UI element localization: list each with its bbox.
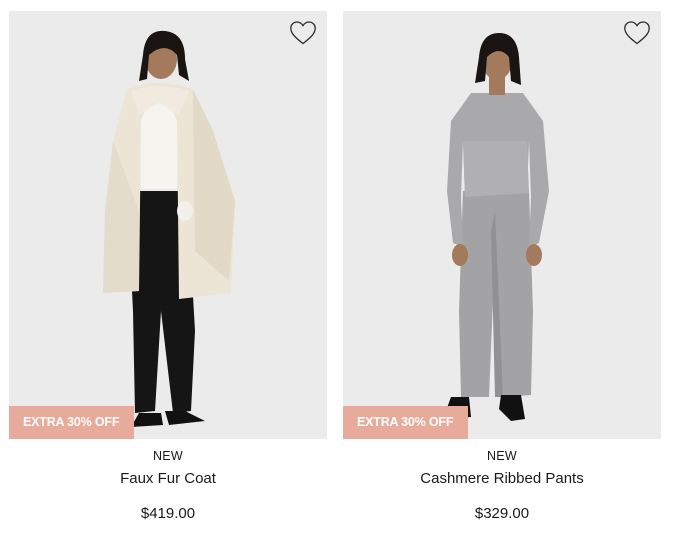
promo-badge: EXTRA 30% OFF — [9, 406, 134, 439]
new-badge: NEW — [486, 449, 518, 463]
product-photo-coat — [103, 30, 235, 427]
product-price: $419.00 — [140, 505, 196, 522]
promo-badge: EXTRA 30% OFF — [343, 406, 468, 439]
product-image[interactable]: EXTRA 30% OFF — [9, 11, 327, 439]
product-photo-pants — [443, 33, 549, 421]
product-info: NEW Cashmere Ribbed Pants $329.00 — [343, 448, 661, 524]
product-card[interactable]: EXTRA 30% OFF NEW Cashmere Ribbed Pants … — [343, 11, 661, 524]
product-card[interactable]: EXTRA 30% OFF NEW Faux Fur Coat $419.00 — [9, 11, 327, 524]
product-price: $329.00 — [474, 505, 530, 522]
product-info: NEW Faux Fur Coat $419.00 — [9, 448, 327, 524]
product-name[interactable]: Faux Fur Coat — [9, 469, 327, 489]
heart-outline-icon — [290, 21, 316, 45]
heart-outline-icon — [624, 21, 650, 45]
wishlist-button[interactable] — [289, 20, 317, 46]
product-image[interactable]: EXTRA 30% OFF — [343, 11, 661, 439]
new-badge: NEW — [152, 449, 184, 463]
product-name[interactable]: Cashmere Ribbed Pants — [343, 469, 661, 489]
wishlist-button[interactable] — [623, 20, 651, 46]
